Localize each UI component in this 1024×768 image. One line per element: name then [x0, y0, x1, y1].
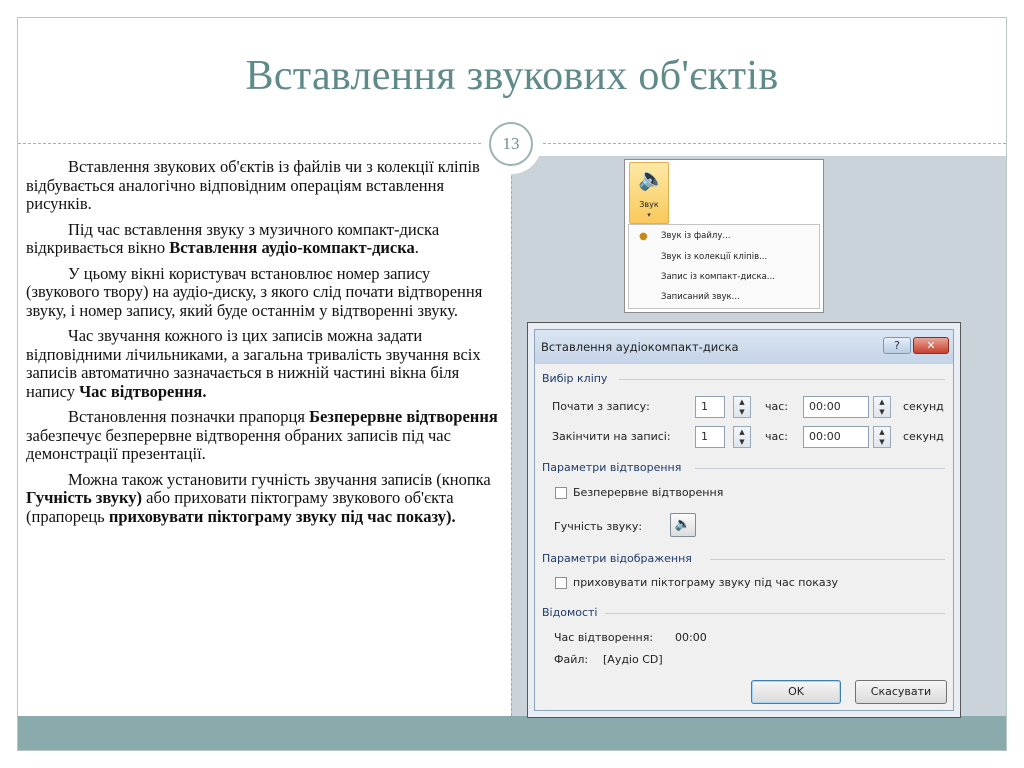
dialog-title: Вставлення аудіокомпакт-диска [541, 340, 739, 354]
insert-cd-audio-dialog: Вставлення аудіокомпакт-диска ? ✕ Вибір … [527, 322, 961, 718]
text-run: забезпечує безперервне відтворення обран… [26, 425, 451, 463]
dialog-window: Вставлення аудіокомпакт-диска ? ✕ Вибір … [534, 329, 954, 711]
group-divider [710, 559, 945, 560]
end-track-stepper[interactable]: ▲ ▼ [733, 426, 751, 448]
start-track-label: Почати з запису: [552, 400, 650, 413]
bold-term: Гучність звуку) [26, 488, 143, 507]
group-clip-selection: Вибір кліпу [542, 372, 608, 385]
body-paragraph: Час звучання кожного із цих записів можн… [26, 326, 506, 401]
end-time-label: час: [765, 430, 788, 443]
end-time-input[interactable]: 00:00 [803, 426, 869, 448]
start-time-input[interactable]: 00:00 [803, 396, 869, 418]
end-track-label: Закінчити на записі: [552, 430, 671, 443]
sound-menu-screenshot: 🔈 Звук ▾ ● Звук із файлу... Звук із коле… [624, 159, 824, 313]
end-track-input[interactable]: 1 [695, 426, 725, 448]
bold-term: приховувати піктограму звуку під час пок… [108, 506, 456, 526]
hide-icon-checkbox[interactable] [555, 577, 567, 589]
group-information: Відомості [542, 606, 598, 619]
dialog-titlebar: Вставлення аудіокомпакт-диска ? ✕ [535, 330, 953, 364]
text-run: У цьому вікні користувач встановлює номе… [26, 263, 483, 320]
play-time-label: Час відтворення: [554, 631, 654, 644]
body-paragraph: Можна також установити гучність звучання… [26, 469, 506, 527]
sound-file-icon: ● [639, 231, 648, 242]
menu-item-play-cd-track[interactable]: Запис із компакт-диска... [661, 272, 775, 282]
sound-button-label: Звук [639, 200, 659, 209]
slide-title: Вставлення звукових об'єктів [245, 53, 779, 99]
volume-label: Гучність звуку: [554, 520, 643, 533]
file-value: [Аудіо CD] [603, 653, 663, 666]
sound-button[interactable]: 🔈 Звук ▾ [629, 162, 669, 224]
speaker-icon: 🔈 [638, 167, 666, 192]
body-paragraph: Встановлення позначки прапорця Безперерв… [26, 407, 506, 464]
chevron-down-icon: ▾ [647, 211, 651, 219]
loop-label: Безперервне відтворення [573, 486, 724, 499]
start-seconds-label: секунд [903, 400, 944, 413]
group-divider [619, 379, 945, 380]
group-display-options: Параметри відображення [542, 552, 692, 565]
menu-item-record-sound[interactable]: Записаний звук... [661, 292, 740, 302]
text-run: Вставлення звукових об'єктів із файлів ч… [26, 157, 480, 213]
volume-button[interactable]: 🔈 [670, 513, 696, 537]
body-text: Вставлення звукових об'єктів із файлів ч… [26, 157, 506, 533]
bold-term: Безперервне відтворення [309, 407, 498, 426]
bold-term: Час відтворення. [79, 381, 207, 401]
speaker-icon: 🔈 [674, 517, 692, 532]
body-paragraph: Вставлення звукових об'єктів із файлів ч… [26, 157, 506, 214]
start-time-stepper[interactable]: ▲ ▼ [873, 396, 891, 418]
sound-dropdown-menu: ● Звук із файлу... Звук із колекції кліп… [628, 224, 820, 309]
body-paragraph: У цьому вікні користувач встановлює номе… [26, 263, 506, 321]
column-divider [511, 156, 512, 716]
hide-icon-label: приховувати піктограму звуку під час пок… [573, 576, 838, 589]
body-paragraph: Під час вставлення звуку з музичного ком… [26, 220, 506, 258]
ok-button[interactable]: OK [751, 680, 841, 704]
menu-item-sound-from-file[interactable]: Звук із файлу... [661, 231, 730, 241]
file-label: Файл: [554, 653, 589, 666]
start-time-label: час: [765, 400, 788, 413]
text-run: Встановлення позначки прапорця [68, 407, 310, 426]
close-button[interactable]: ✕ [913, 337, 949, 354]
group-playback-options: Параметри відтворення [542, 461, 682, 474]
end-time-stepper[interactable]: ▲ ▼ [873, 426, 891, 448]
group-divider [695, 468, 945, 469]
start-track-input[interactable]: 1 [695, 396, 725, 418]
text-run: . [414, 238, 419, 257]
end-seconds-label: секунд [903, 430, 944, 443]
loop-checkbox[interactable] [555, 487, 567, 499]
text-run: Можна також установити гучність звучання… [68, 469, 491, 489]
help-button[interactable]: ? [883, 337, 911, 354]
slide-footer [18, 716, 1006, 750]
start-track-stepper[interactable]: ▲ ▼ [733, 396, 751, 418]
bold-term: Вставлення аудіо-компакт-диска [169, 238, 415, 257]
group-divider [605, 613, 945, 614]
menu-item-sound-from-clip-organizer[interactable]: Звук із колекції кліпів... [661, 252, 767, 262]
cancel-button[interactable]: Скасувати [855, 680, 947, 704]
play-time-value: 00:00 [675, 631, 707, 644]
